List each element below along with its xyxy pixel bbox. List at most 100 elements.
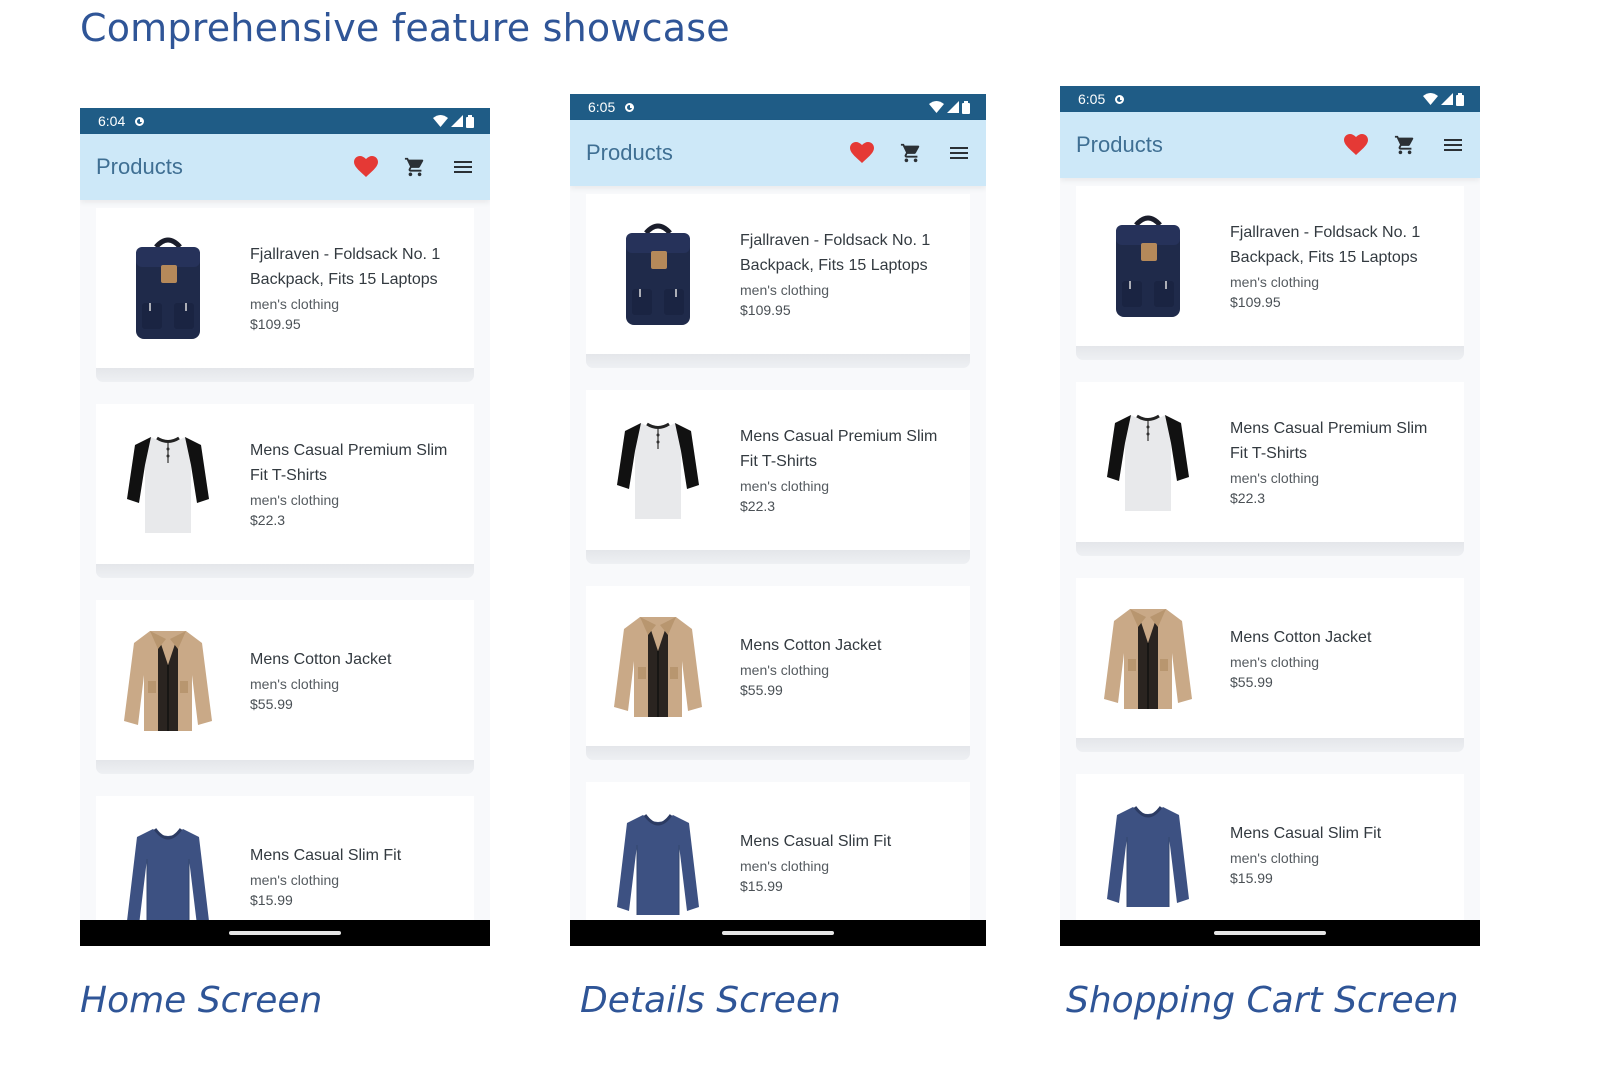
product-card[interactable]: Mens Casual Premium Slim Fit T-Shirts men… — [1076, 382, 1464, 542]
product-image-longsleeve — [118, 821, 218, 931]
product-category: men's clothing — [740, 282, 830, 298]
product-info: Mens Casual Premium Slim Fit T-Shirts men… — [740, 424, 937, 516]
phone-screen-2: 6:05 Products Fjallraven - Foldsack No. … — [570, 94, 986, 946]
product-category: men's clothing — [1230, 274, 1320, 290]
app-bar: Products — [80, 134, 490, 200]
product-card[interactable]: Fjallraven - Foldsack No. 1 Backpack, Fit… — [96, 208, 474, 368]
menu-icon[interactable] — [452, 158, 474, 176]
shopping-cart-icon[interactable] — [900, 142, 922, 164]
home-gesture-handle[interactable] — [722, 931, 834, 935]
product-info: Mens Cotton Jacket men's clothing $55.99 — [740, 633, 881, 700]
sync-icon — [1115, 94, 1125, 104]
product-price: $22.3 — [740, 498, 776, 514]
product-card[interactable]: Mens Cotton Jacket men's clothing $55.99 — [586, 586, 970, 746]
wifi-icon — [1423, 93, 1438, 105]
product-image-backpack — [118, 233, 218, 343]
product-image-backpack — [1098, 211, 1198, 321]
product-category: men's clothing — [1230, 470, 1320, 486]
favorite-heart-icon[interactable] — [1344, 134, 1368, 156]
product-card[interactable]: Fjallraven - Foldsack No. 1 Backpack, Fit… — [586, 194, 970, 354]
home-gesture-handle[interactable] — [229, 931, 341, 935]
product-card[interactable]: Mens Cotton Jacket men's clothing $55.99 — [1076, 578, 1464, 738]
phone-screen-1: 6:04 Products Fjallraven - Foldsack No. … — [80, 108, 490, 946]
card-divider — [586, 746, 970, 760]
phone-screen-3: 6:05 Products Fjallraven - Foldsack No. … — [1060, 86, 1480, 946]
card-divider — [1076, 346, 1464, 360]
product-card[interactable]: Mens Casual Slim Fit men's clothing $15.… — [1076, 774, 1464, 934]
menu-icon[interactable] — [1442, 136, 1464, 154]
product-price: $109.95 — [740, 302, 791, 318]
menu-icon[interactable] — [948, 144, 970, 162]
screen-caption: Shopping Cart Screen — [1066, 980, 1459, 1021]
product-image-tshirt — [1098, 407, 1198, 517]
product-title: Backpack, Fits 15 Laptops — [740, 257, 928, 274]
home-gesture-handle[interactable] — [1214, 931, 1326, 935]
favorite-heart-icon[interactable] — [850, 142, 874, 164]
product-price: $15.99 — [250, 891, 293, 908]
product-image-tshirt — [118, 429, 218, 539]
product-info: Mens Cotton Jacket men's clothing $55.99 — [1230, 625, 1371, 692]
product-image-jacket — [118, 625, 218, 735]
product-title: Fjallraven - Foldsack No. 1 — [250, 246, 441, 263]
product-price: $15.99 — [1230, 869, 1273, 886]
sync-icon — [135, 116, 145, 126]
product-price: $15.99 — [740, 877, 783, 894]
app-bar-actions — [1344, 134, 1464, 156]
product-info: Mens Casual Slim Fit men's clothing $15.… — [1230, 821, 1381, 888]
product-card[interactable]: Mens Cotton Jacket men's clothing $55.99 — [96, 600, 474, 760]
card-divider — [96, 564, 474, 578]
card-divider — [96, 368, 474, 382]
screen-caption: Home Screen — [80, 980, 323, 1021]
card-divider — [586, 354, 970, 368]
product-category: men's clothing — [1230, 849, 1320, 866]
product-card[interactable]: Mens Casual Slim Fit men's clothing $15.… — [586, 782, 970, 942]
product-category: men's clothing — [740, 857, 830, 874]
product-title: Mens Casual Premium Slim — [250, 442, 448, 459]
product-image-backpack — [608, 219, 708, 329]
product-title: Fjallraven - Foldsack No. 1 — [1230, 224, 1421, 241]
app-bar: Products — [1060, 112, 1480, 178]
page-title: Comprehensive feature showcase — [80, 6, 730, 50]
wifi-icon — [929, 101, 944, 113]
product-info: Mens Casual Slim Fit men's clothing $15.… — [740, 829, 891, 896]
product-image-tshirt — [608, 415, 708, 525]
battery-icon — [1456, 92, 1464, 106]
product-card[interactable]: Mens Casual Premium Slim Fit T-Shirts men… — [586, 390, 970, 550]
favorite-heart-icon[interactable] — [354, 156, 378, 178]
status-time: 6:05 — [1078, 91, 1106, 107]
product-info: Mens Casual Slim Fit men's clothing $15.… — [250, 843, 401, 910]
product-title: Mens Casual Slim Fit — [1230, 824, 1382, 842]
battery-icon — [962, 100, 970, 114]
product-info: Mens Cotton Jacket men's clothing $55.99 — [250, 647, 391, 714]
battery-icon — [466, 114, 474, 128]
card-divider — [96, 760, 474, 774]
shopping-cart-icon[interactable] — [404, 156, 426, 178]
card-divider — [1076, 542, 1464, 556]
product-title: Fit T-Shirts — [740, 453, 818, 470]
app-bar-actions — [850, 142, 970, 164]
product-category: men's clothing — [250, 296, 340, 312]
sync-icon — [625, 102, 635, 112]
screen-caption: Details Screen — [580, 980, 841, 1021]
product-card[interactable]: Fjallraven - Foldsack No. 1 Backpack, Fit… — [1076, 186, 1464, 346]
status-bar: 6:04 — [80, 108, 490, 134]
navigation-bar — [80, 920, 490, 946]
product-title: Mens Casual Premium Slim — [740, 428, 938, 445]
product-category: men's clothing — [740, 661, 830, 678]
shopping-cart-icon[interactable] — [1394, 134, 1416, 156]
product-info: Fjallraven - Foldsack No. 1 Backpack, Fit… — [740, 228, 930, 320]
product-card[interactable]: Mens Casual Premium Slim Fit T-Shirts men… — [96, 404, 474, 564]
app-bar-actions — [354, 156, 474, 178]
product-title: Mens Cotton Jacket — [250, 650, 392, 668]
product-image-longsleeve — [608, 807, 708, 917]
product-category: men's clothing — [250, 871, 340, 888]
product-price: $109.95 — [1230, 294, 1281, 310]
product-price: $109.95 — [250, 316, 301, 332]
product-category: men's clothing — [1230, 653, 1320, 670]
app-title: Products — [586, 140, 673, 165]
product-image-longsleeve — [1098, 799, 1198, 909]
product-title: Backpack, Fits 15 Laptops — [250, 271, 438, 288]
product-title: Mens Casual Slim Fit — [250, 846, 402, 864]
app-bar: Products — [570, 120, 986, 186]
product-category: men's clothing — [740, 478, 830, 494]
